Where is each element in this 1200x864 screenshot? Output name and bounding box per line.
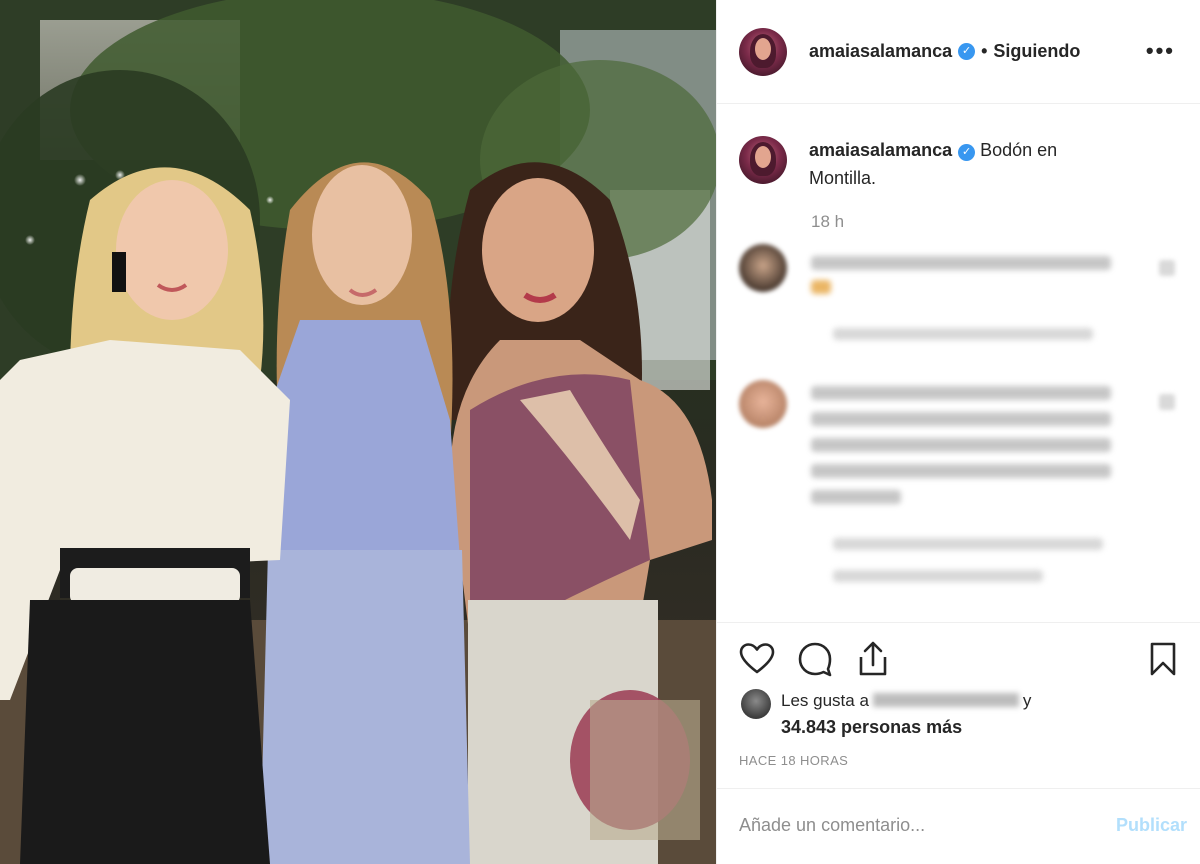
- verified-badge-icon: ✓: [958, 43, 976, 60]
- blurred-comment-text: [811, 490, 901, 504]
- author-avatar[interactable]: [739, 27, 787, 76]
- blurred-liker-name[interactable]: [872, 693, 1019, 707]
- comment-input[interactable]: Añade un comentario...: [739, 815, 925, 836]
- post-timestamp[interactable]: HACE 18 HORAS: [739, 753, 848, 768]
- verified-badge-icon: ✓: [958, 144, 976, 161]
- author-username[interactable]: amaiasalamanca: [809, 41, 952, 62]
- comment-bubble-icon[interactable]: [795, 639, 835, 679]
- post-header: amaiasalamanca ✓ • Siguiendo •••: [717, 0, 1200, 104]
- photo-illustration: [0, 0, 716, 864]
- person-middle: [260, 162, 470, 864]
- likes-count[interactable]: 34.843 personas más: [781, 717, 962, 738]
- post-actions: Les gusta a y 34.843 personas más HACE 18…: [717, 622, 1200, 788]
- share-icon[interactable]: [853, 639, 893, 679]
- blurred-comment-text: [811, 438, 1111, 452]
- likes-prefix: Les gusta a: [781, 691, 869, 710]
- comment-like-icon[interactable]: [1159, 394, 1175, 410]
- comment-like-icon[interactable]: [1159, 260, 1175, 276]
- blurred-comment-text: [811, 412, 1111, 426]
- caption-time: 18 h: [811, 212, 845, 231]
- likes-summary: Les gusta a y: [781, 691, 1031, 711]
- following-button[interactable]: Siguiendo: [993, 41, 1080, 62]
- blurred-comment-text: [811, 256, 1111, 270]
- blurred-emoji: [811, 280, 831, 294]
- blurred-comment-text: [811, 386, 1111, 400]
- bookmark-icon[interactable]: [1143, 639, 1183, 679]
- heart-icon[interactable]: [737, 639, 777, 679]
- add-comment-bar: Añade un comentario... Publicar: [717, 788, 1200, 864]
- more-options-icon[interactable]: •••: [1146, 38, 1175, 64]
- post-panel: amaiasalamanca ✓ • Siguiendo ••• amaiasa…: [716, 0, 1200, 864]
- blurred-comment-meta: [833, 328, 1093, 340]
- caption-username[interactable]: amaiasalamanca: [809, 140, 952, 160]
- comment-item: [739, 244, 1179, 344]
- comment-avatar[interactable]: [739, 244, 787, 292]
- blurred-comment-text: [811, 464, 1111, 478]
- liker-avatar[interactable]: [741, 689, 771, 719]
- likes-suffix: y: [1022, 691, 1032, 710]
- caption-avatar[interactable]: [739, 136, 787, 184]
- caption-text-block: amaiasalamanca ✓ Bodón en Montilla.: [809, 136, 1109, 192]
- blurred-comment-meta: [833, 538, 1103, 550]
- post-photo[interactable]: [0, 0, 716, 864]
- comment-avatar[interactable]: [739, 380, 787, 428]
- publish-button[interactable]: Publicar: [1116, 815, 1187, 836]
- separator-dot: •: [981, 41, 988, 61]
- blurred-view-replies[interactable]: [833, 570, 1043, 582]
- comment-item: [739, 380, 1179, 590]
- post-caption: amaiasalamanca ✓ Bodón en Montilla.: [739, 136, 1179, 192]
